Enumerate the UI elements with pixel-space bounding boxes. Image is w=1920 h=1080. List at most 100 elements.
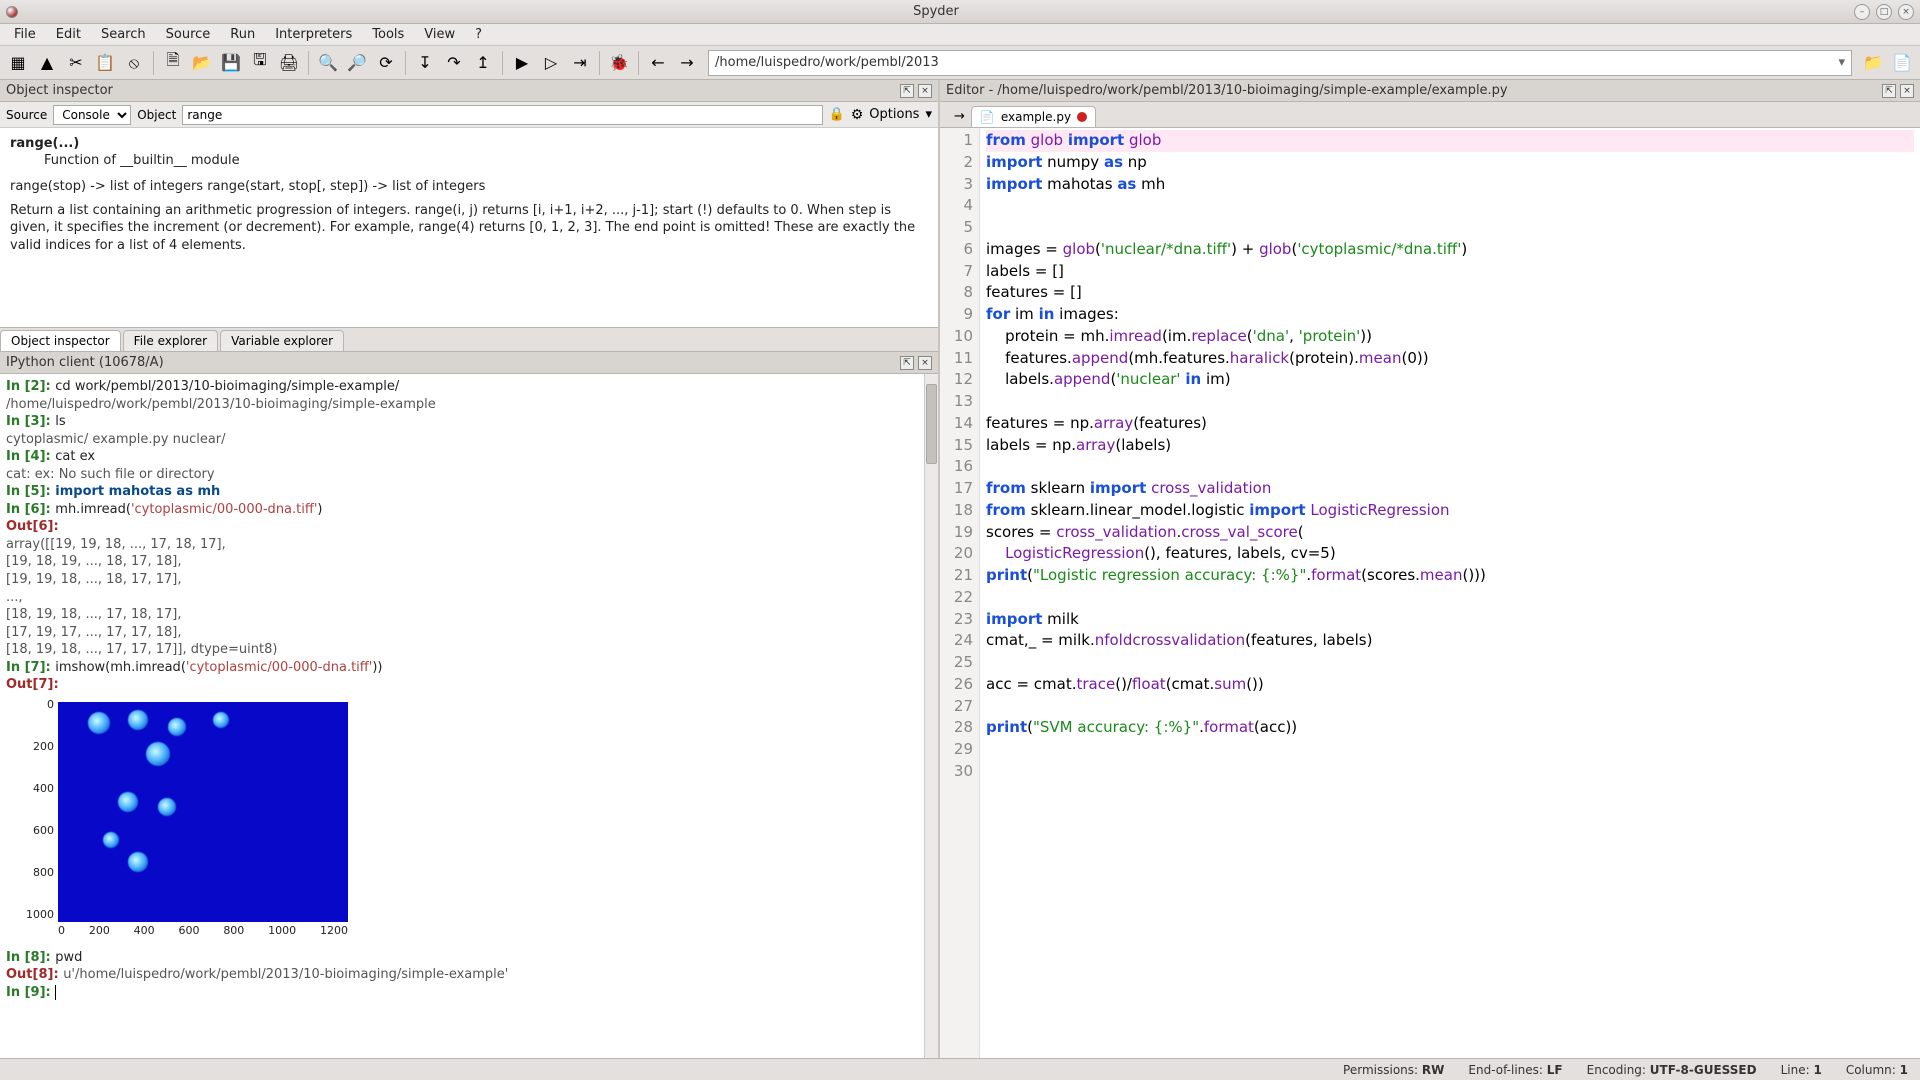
close-pane-icon[interactable]: ×: [918, 84, 932, 98]
status-label: End-of-lines:: [1468, 1063, 1543, 1077]
fwd-icon[interactable]: →: [673, 49, 701, 77]
menu-search[interactable]: Search: [91, 27, 156, 42]
code-line[interactable]: protein = mh.imread(im.replace('dna', 'p…: [986, 326, 1914, 348]
open-icon[interactable]: 📂: [188, 49, 216, 77]
gear-icon[interactable]: ⚙: [851, 107, 864, 123]
code-line[interactable]: from glob import glob: [986, 130, 1914, 152]
code-line[interactable]: features = []: [986, 282, 1914, 304]
chevron-down-icon[interactable]: ▾: [925, 107, 932, 122]
goto-icon[interactable]: →: [948, 106, 971, 127]
code-line[interactable]: import milk: [986, 609, 1914, 631]
close-tab-icon[interactable]: [1077, 112, 1087, 122]
find-icon[interactable]: 🔍: [314, 49, 342, 77]
tab-object-inspector[interactable]: Object inspector: [0, 330, 121, 351]
debug-icon[interactable]: 🐞: [605, 49, 633, 77]
tab-variable-explorer[interactable]: Variable explorer: [220, 330, 344, 351]
close-pane-icon[interactable]: ×: [1900, 84, 1914, 98]
code-line[interactable]: labels.append('nuclear' in im): [986, 369, 1914, 391]
code-editor[interactable]: 1234567891011121314151617181920212223242…: [940, 128, 1920, 1058]
options-label[interactable]: Options: [869, 107, 919, 122]
undock-icon[interactable]: ⇱: [1882, 84, 1896, 98]
code-line[interactable]: from sklearn import cross_validation: [986, 478, 1914, 500]
source-select[interactable]: Console: [53, 105, 131, 125]
code-line[interactable]: LogisticRegression(), features, labels, …: [986, 543, 1914, 565]
menu-run[interactable]: Run: [220, 27, 265, 42]
menu-source[interactable]: Source: [156, 27, 221, 42]
save-all-icon[interactable]: 🖫: [246, 49, 274, 77]
plot-xtick: 600: [178, 924, 199, 939]
code-line[interactable]: print("SVM accuracy: {:%}".format(acc)): [986, 717, 1914, 739]
undock-icon[interactable]: ⇱: [900, 84, 914, 98]
chevron-down-icon[interactable]: ▾: [1838, 55, 1845, 70]
step-over-icon[interactable]: ↷: [440, 49, 468, 77]
menu-tools[interactable]: Tools: [362, 27, 414, 42]
cut-icon[interactable]: ✂: [62, 49, 90, 77]
lock-icon[interactable]: 🔒: [829, 107, 845, 122]
print-icon[interactable]: 🖨: [275, 49, 303, 77]
undock-icon[interactable]: ⇱: [900, 356, 914, 370]
title-bar: Spyder – □ ×: [0, 0, 1920, 24]
code-line[interactable]: features.append(mh.features.haralick(pro…: [986, 348, 1914, 370]
code-line[interactable]: print("Logistic regression accuracy: {:%…: [986, 565, 1914, 587]
code-line[interactable]: scores = cross_validation.cross_val_scor…: [986, 522, 1914, 544]
maximize-icon[interactable]: □: [1876, 4, 1892, 20]
code-line[interactable]: acc = cmat.trace()/float(cmat.sum()): [986, 674, 1914, 696]
code-line[interactable]: [986, 587, 1914, 609]
code-area[interactable]: from glob import globimport numpy as npi…: [980, 128, 1920, 1058]
code-line[interactable]: labels = np.array(labels): [986, 435, 1914, 457]
tab-file-explorer[interactable]: File explorer: [123, 330, 218, 351]
run-line-icon[interactable]: ⇥: [566, 49, 594, 77]
code-line[interactable]: [986, 739, 1914, 761]
code-line[interactable]: [986, 456, 1914, 478]
preferences-icon[interactable]: 📄: [1888, 49, 1916, 77]
code-line[interactable]: [986, 217, 1914, 239]
copy-icon[interactable]: 📋: [91, 49, 119, 77]
step-out-icon[interactable]: ↥: [469, 49, 497, 77]
save-icon[interactable]: 💾: [217, 49, 245, 77]
back-icon[interactable]: ←: [644, 49, 672, 77]
code-line[interactable]: for im in images:: [986, 304, 1914, 326]
code-line[interactable]: [986, 652, 1914, 674]
object-input[interactable]: [182, 105, 822, 125]
menu-?[interactable]: ?: [465, 27, 492, 42]
doc-icon[interactable]: 🗎: [159, 49, 187, 77]
code-line[interactable]: [986, 761, 1914, 783]
code-line[interactable]: images = glob('nuclear/*dna.tiff') + glo…: [986, 239, 1914, 261]
status-line: 1: [1813, 1063, 1821, 1077]
ipython-console[interactable]: In [2]: cd work/pembl/2013/10-bioimaging…: [0, 374, 938, 1058]
separator: [308, 51, 309, 75]
status-label: Permissions:: [1343, 1063, 1418, 1077]
code-line[interactable]: features = np.array(features): [986, 413, 1914, 435]
working-directory-field[interactable]: /home/luispedro/work/pembl/2013 ▾: [708, 50, 1852, 76]
stop-icon[interactable]: ⦸: [120, 49, 148, 77]
run-icon[interactable]: ▶: [508, 49, 536, 77]
inspector-config-row: Source Console Object 🔒 ⚙ Options ▾: [0, 102, 938, 128]
run-cell-icon[interactable]: ▷: [537, 49, 565, 77]
scrollbar[interactable]: [924, 374, 938, 1058]
close-icon[interactable]: ×: [1898, 4, 1914, 20]
close-pane-icon[interactable]: ×: [918, 356, 932, 370]
open-file-icon[interactable]: ▲: [33, 49, 61, 77]
menu-view[interactable]: View: [414, 27, 465, 42]
code-line[interactable]: import mahotas as mh: [986, 174, 1914, 196]
code-line[interactable]: [986, 696, 1914, 718]
pythonpath-icon[interactable]: 📁: [1859, 49, 1887, 77]
code-line[interactable]: from sklearn.linear_model.logistic impor…: [986, 500, 1914, 522]
menu-interpreters[interactable]: Interpreters: [265, 27, 362, 42]
scrollbar-thumb[interactable]: [926, 384, 937, 464]
minimize-icon[interactable]: –: [1854, 4, 1870, 20]
menu-edit[interactable]: Edit: [46, 27, 91, 42]
code-line[interactable]: [986, 391, 1914, 413]
tab-example-py[interactable]: 📄 example.py: [971, 106, 1096, 127]
step-icon[interactable]: ↧: [411, 49, 439, 77]
status-label: Column:: [1846, 1063, 1896, 1077]
refresh-icon[interactable]: ⟳: [372, 49, 400, 77]
code-line[interactable]: [986, 195, 1914, 217]
menu-file[interactable]: File: [4, 27, 46, 42]
find-files-icon[interactable]: 🔎: [343, 49, 371, 77]
code-line[interactable]: cmat,_ = milk.nfoldcrossvalidation(featu…: [986, 630, 1914, 652]
code-line[interactable]: import numpy as np: [986, 152, 1914, 174]
new-file-icon[interactable]: ▦: [4, 49, 32, 77]
code-line[interactable]: labels = []: [986, 261, 1914, 283]
window-title: Spyder: [18, 4, 1854, 19]
